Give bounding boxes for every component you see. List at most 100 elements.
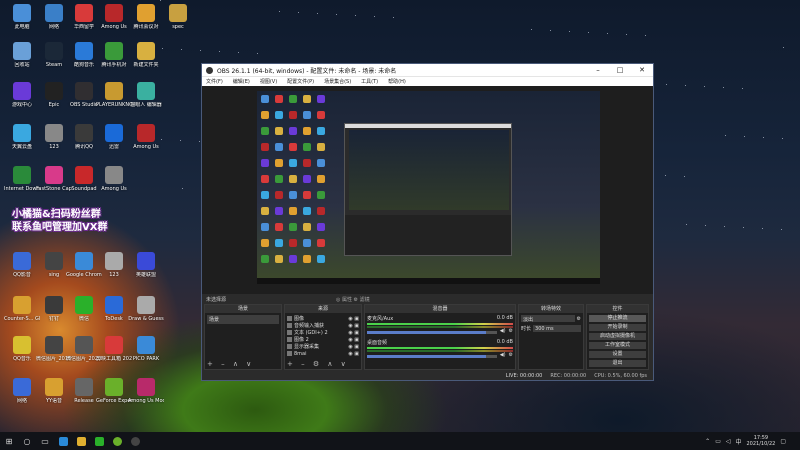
star [238,52,239,53]
menu-item[interactable]: 帮助(H) [388,78,406,85]
app-taskbar-icon[interactable] [108,432,126,450]
source-controls[interactable]: + – ⚙ ∧ ∨ [287,360,349,368]
transition-select[interactable]: 淡出 [521,315,575,323]
desktop-icon[interactable]: 新建文件夹 [128,42,164,68]
star [723,87,724,88]
desktop-icon[interactable]: 此电脑 [4,4,40,30]
visibility-lock-icon[interactable]: ◉ ▣ [348,316,359,322]
obs-preview[interactable] [202,86,653,294]
desktop-icon[interactable]: GeForce Experience [96,378,132,404]
desktop-icon[interactable]: 游戏中心 [4,82,40,108]
desktop-icon[interactable]: Draw & Guess [128,296,164,322]
desktop-icon[interactable]: Counter-S... Global Off... [4,296,40,322]
source-item[interactable]: 图像 ◉ ▣ [287,315,359,322]
obs-window[interactable]: OBS 26.1.1 (64-bit, windows) - 配置文件: 未命名… [201,63,654,381]
visibility-lock-icon[interactable]: ◉ ▣ [348,330,359,336]
preview-mini-icon [289,143,297,151]
star [686,224,687,225]
menu-item[interactable]: 编辑(E) [233,78,250,85]
source-item[interactable]: 8mai ◉ ▣ [287,350,359,357]
properties-filters-buttons[interactable]: ◎ 属性 ⚙ 滤镜 [336,296,370,303]
start-icon[interactable]: ⊞ [0,432,18,450]
speaker-icon[interactable]: ◀) [500,328,506,334]
control-button[interactable]: 启动虚拟摄像机 [589,333,646,340]
star [279,11,280,12]
notification-icon[interactable]: ▢ [780,438,786,445]
stream-overlay-caption: 小橘猫&扫码粉丝群 联系鱼吧管理加VX群 [12,208,152,234]
desktop-icon[interactable]: 英雄联盟 [128,252,164,278]
desktop-icon[interactable]: PLAYERUNKNOWN'S BATTLEG... [96,82,132,108]
speaker-icon[interactable]: ◀) [500,352,506,358]
clock[interactable]: 17:59 2021/10/22 [747,435,776,447]
desktop-icon[interactable]: 腾讯手机对 [96,42,132,68]
volume-slider[interactable] [367,354,497,358]
menu-item[interactable]: 文件(F) [206,78,223,85]
preview-mini-icon [289,127,297,135]
desktop-icon[interactable]: 剪映工具箱 2020 [96,336,132,362]
menu-item[interactable]: 工具(T) [361,78,378,85]
control-button[interactable]: 开始录制 [589,324,646,331]
desktop-icon[interactable]: Among Us [128,124,164,150]
desktop-icon[interactable]: 迅雷 [96,124,132,150]
minimize-icon[interactable]: – [587,66,609,74]
control-button[interactable]: 设置 [589,351,646,358]
menu-item[interactable]: 配置文件(P) [287,78,314,85]
control-button[interactable]: 退出 [589,360,646,367]
desktop-icon[interactable]: Among Us Mod... [128,378,164,404]
edge-icon[interactable] [54,432,72,450]
file-explorer-icon[interactable] [72,432,90,450]
desktop-icon-label: Among Us [101,24,127,30]
channel-settings-icon[interactable]: ⚙ [509,352,513,358]
source-item[interactable]: 音频输入捕获 ◉ ▣ [287,322,359,329]
wechat-taskbar-icon[interactable] [90,432,108,450]
app-icon [45,252,63,270]
desktop-icon[interactable]: 天翼云盘 [4,124,40,150]
ime-icon[interactable]: 中 [735,437,741,446]
desktop-icon[interactable]: 腾讯会议对 [128,4,164,30]
desktop-icon[interactable]: 网络 [4,378,40,404]
search-icon[interactable]: ○ [18,432,36,450]
desktop-icon[interactable]: 猫眼人 编辑器 [128,82,164,108]
control-button[interactable]: 停止推流 [589,315,646,322]
volume-icon[interactable]: ◁ [726,438,731,445]
app-icon [75,42,93,60]
task-view-icon[interactable]: ▭ [36,432,54,450]
menu-item[interactable]: 视图(V) [260,78,277,85]
desktop-icon[interactable]: spec [160,4,196,30]
obs-docks: 场景 场景 + – ∧ ∨ 来源 图像 ◉ ▣ 音频输入捕获 ◉ ▣ 文本 (GDI+)… [202,304,653,370]
desktop-icon[interactable]: QQ影音 [4,252,40,278]
source-item[interactable]: 文本 (GDI+) 2 ◉ ▣ [287,329,359,336]
source-toolbar: 未选择源 ◎ 属性 ⚙ 滤镜 [202,294,653,304]
maximize-icon[interactable]: □ [609,66,631,74]
desktop-icon[interactable]: Among Us [96,166,132,192]
tray-chevron-icon[interactable]: ⌃ [705,438,710,445]
menu-item[interactable]: 场景集合(S) [324,78,351,85]
visibility-lock-icon[interactable]: ◉ ▣ [348,337,359,343]
desktop-icon[interactable]: ToDesk [96,296,132,322]
obs-titlebar[interactable]: OBS 26.1.1 (64-bit, windows) - 配置文件: 未命名… [202,64,653,76]
desktop-icon[interactable]: Among Us [96,4,132,30]
visibility-lock-icon[interactable]: ◉ ▣ [348,323,359,329]
desktop-icon[interactable]: 123 [96,252,132,278]
preview-canvas[interactable] [257,91,600,284]
app-icon [137,42,155,60]
volume-slider[interactable] [367,330,497,334]
desktop-icon[interactable]: 回收站 [4,42,40,68]
transition-settings-icon[interactable]: ⚙ [577,316,581,322]
source-item[interactable]: 图像 2 ◉ ▣ [287,336,359,343]
obs-taskbar-icon[interactable] [126,432,144,450]
close-icon[interactable]: ✕ [631,66,653,74]
scene-controls[interactable]: + – ∧ ∨ [207,360,254,368]
duration-input[interactable]: 300 ms [533,325,581,332]
channel-settings-icon[interactable]: ⚙ [509,328,513,334]
app-icon [45,124,63,142]
source-item[interactable]: 显示器采集 ◉ ▣ [287,343,359,350]
scene-item[interactable]: 场景 [207,315,279,324]
visibility-lock-icon[interactable]: ◉ ▣ [348,351,359,357]
control-button[interactable]: 工作室模式 [589,342,646,349]
visibility-lock-icon[interactable]: ◉ ▣ [348,344,359,350]
network-icon[interactable]: ▭ [715,438,721,445]
desktop-icon[interactable]: PICO PARK [128,336,164,362]
desktop-icon[interactable]: QQ音乐 [4,336,40,362]
desktop-icon[interactable]: Internet Downlo... [4,166,40,192]
